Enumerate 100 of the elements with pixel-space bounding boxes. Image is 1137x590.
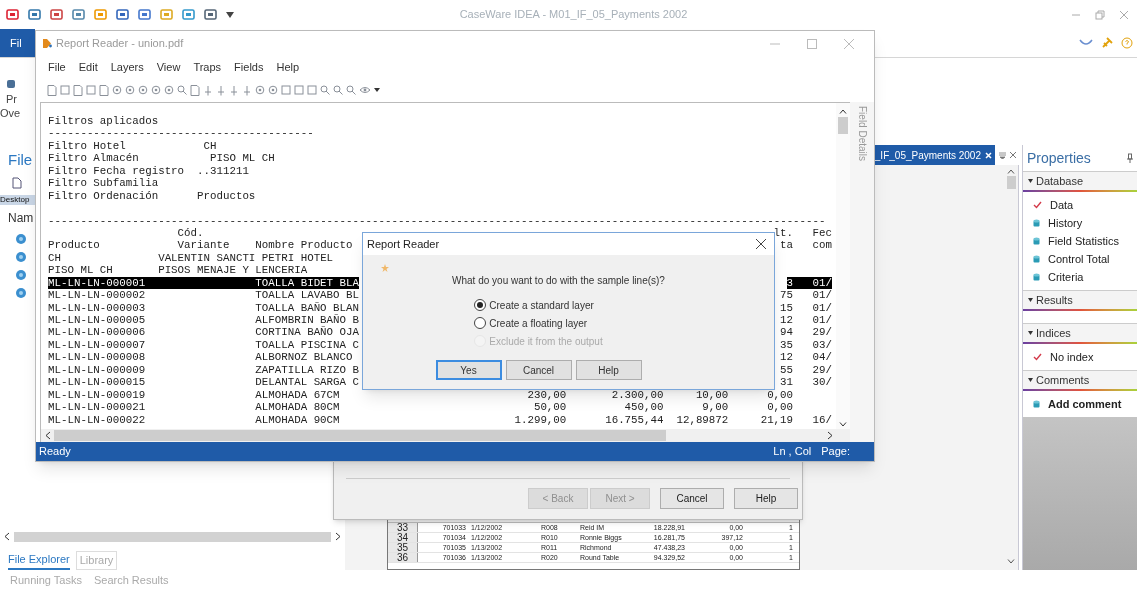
pin-icon[interactable] xyxy=(1127,153,1133,163)
circle-icon[interactable] xyxy=(125,85,135,95)
square-icon[interactable] xyxy=(281,85,291,95)
radio-label[interactable]: Create a floating layer xyxy=(489,315,588,331)
scroll-right-icon[interactable] xyxy=(827,431,833,440)
scroll-down-icon[interactable] xyxy=(839,422,847,427)
property-link[interactable]: Criteria xyxy=(1048,268,1084,286)
report-text[interactable]: ALMOHADA 90CM xyxy=(255,413,340,426)
report-text[interactable]: DELANTAL SARGA C xyxy=(255,376,359,389)
menu-icon[interactable] xyxy=(999,151,1006,159)
magnifier-icon[interactable] xyxy=(333,85,343,95)
property-link[interactable]: Field Statistics xyxy=(1048,232,1119,250)
file-tab[interactable]: Fil xyxy=(0,29,35,57)
property-link[interactable]: Control Total xyxy=(1048,250,1110,268)
radio-button[interactable] xyxy=(474,299,487,311)
report-text[interactable]: ML-LN-LN-000009 xyxy=(48,363,256,377)
document-icon[interactable] xyxy=(47,84,57,96)
scroll-right-icon[interactable] xyxy=(335,532,341,541)
magnifier-icon[interactable] xyxy=(320,85,330,95)
report-text[interactable]: ML-LN-LN-000007 xyxy=(48,338,256,352)
report-text[interactable]: ML-LN-LN-000008 xyxy=(48,351,256,364)
scroll-up-icon[interactable] xyxy=(839,109,847,114)
database-icon[interactable] xyxy=(15,269,27,281)
menu-item[interactable]: Help xyxy=(276,58,300,76)
report-text[interactable]: ML-LN-LN-000019 xyxy=(48,388,256,402)
database-icon[interactable] xyxy=(15,251,27,263)
quick-access-icon[interactable] xyxy=(72,8,85,21)
report-text[interactable]: ML-LN-LN-000015 xyxy=(48,376,256,389)
report-text[interactable]: ML-LN-LN-000001 xyxy=(48,276,256,290)
scroll-left-icon[interactable] xyxy=(45,431,51,440)
menu-item[interactable]: Traps xyxy=(193,58,222,76)
close-icon[interactable] xyxy=(1010,152,1016,158)
dropdown-arrow-icon[interactable] xyxy=(374,88,380,92)
square-icon[interactable] xyxy=(86,85,96,95)
quick-access-icon[interactable] xyxy=(116,8,129,21)
quick-access-icon[interactable] xyxy=(6,8,19,21)
scrollbar-thumb[interactable] xyxy=(838,117,848,134)
square-icon[interactable] xyxy=(294,85,304,95)
property-link[interactable]: No index xyxy=(1050,348,1094,366)
circle-icon[interactable] xyxy=(151,85,161,95)
report-text[interactable]: ALMOHADA 67CM xyxy=(255,388,340,402)
report-text[interactable]: ML-LN-LN-000022 xyxy=(48,413,256,426)
section-header[interactable]: Indices xyxy=(1023,323,1137,342)
dialog-button[interactable]: Help xyxy=(575,360,642,380)
quick-access-icon[interactable] xyxy=(182,8,195,21)
circle-icon[interactable] xyxy=(138,85,148,95)
maximize-icon[interactable] xyxy=(807,38,817,49)
radio-label[interactable]: Create a standard layer xyxy=(489,297,594,313)
report-text[interactable]: ML-LN-LN-000002 xyxy=(48,289,256,302)
scrollbar-thumb[interactable] xyxy=(54,430,666,441)
section-header[interactable]: Comments xyxy=(1023,370,1137,389)
magnifier-icon[interactable] xyxy=(346,85,356,95)
dialog-button[interactable]: Yes xyxy=(435,360,502,380)
report-text[interactable]: ALMOHADA 80CM xyxy=(255,401,340,414)
database-icon[interactable] xyxy=(15,233,27,245)
circle-icon[interactable] xyxy=(164,85,174,95)
scroll-down-icon[interactable] xyxy=(1007,559,1015,564)
wizard-button[interactable]: Cancel xyxy=(660,488,724,509)
property-link[interactable]: Data xyxy=(1050,196,1074,214)
report-text[interactable]: ML-LN-LN-000005 xyxy=(48,314,256,327)
report-text[interactable]: ZAPATILLA RIZO B xyxy=(255,363,359,377)
restore-icon[interactable] xyxy=(1095,9,1105,20)
scroll-left-icon[interactable] xyxy=(4,532,10,541)
panel-tab[interactable]: File Explorer xyxy=(8,550,70,570)
menu-item[interactable]: File xyxy=(48,58,66,76)
quick-access-icon[interactable] xyxy=(28,8,41,21)
quick-access-icon[interactable] xyxy=(50,8,63,21)
ribbon-icon[interactable] xyxy=(1079,38,1093,48)
menu-item[interactable]: Fields xyxy=(234,58,264,76)
help-icon[interactable] xyxy=(1121,37,1133,49)
scrollbar-thumb[interactable] xyxy=(14,531,331,542)
section-header[interactable]: Database xyxy=(1023,171,1137,190)
wizard-button[interactable]: Help xyxy=(734,488,798,509)
report-text[interactable]: TOALLA BAÑO BLAN xyxy=(255,301,359,314)
document-icon[interactable] xyxy=(73,84,83,96)
scrollbar-thumb[interactable] xyxy=(1006,176,1016,189)
document-icon[interactable] xyxy=(190,84,200,96)
report-text[interactable]: TOALLA BIDET BLA xyxy=(255,276,359,290)
circle-icon[interactable] xyxy=(112,85,122,95)
circle-icon[interactable] xyxy=(268,85,278,95)
menu-item[interactable]: Layers xyxy=(110,58,144,76)
quick-access-icon[interactable] xyxy=(204,8,217,21)
new-file-icon[interactable] xyxy=(12,177,22,189)
document-icon[interactable] xyxy=(99,84,109,96)
database-icon[interactable] xyxy=(15,287,27,299)
square-icon[interactable] xyxy=(307,85,317,95)
quick-access-icon[interactable] xyxy=(138,8,151,21)
report-text[interactable]: ALBORNOZ BLANCO xyxy=(255,351,353,364)
report-text[interactable]: ALFOMBRIN BAÑO B xyxy=(255,314,359,327)
square-icon[interactable] xyxy=(60,85,70,95)
section-header[interactable]: Results xyxy=(1023,290,1137,309)
report-text[interactable]: ML-LN-LN-000021 xyxy=(48,401,256,414)
report-text[interactable]: TOALLA PISCINA C xyxy=(255,338,359,352)
radio-button[interactable] xyxy=(474,317,487,329)
property-link[interactable]: Add comment xyxy=(1048,395,1122,413)
report-text[interactable]: ML-LN-LN-000003 xyxy=(48,301,256,314)
report-text[interactable]: TOALLA LAVABO BL xyxy=(255,289,359,302)
magnifier-icon[interactable] xyxy=(177,85,187,95)
menu-item[interactable]: Edit xyxy=(78,58,98,76)
menu-item[interactable]: View xyxy=(156,58,181,76)
